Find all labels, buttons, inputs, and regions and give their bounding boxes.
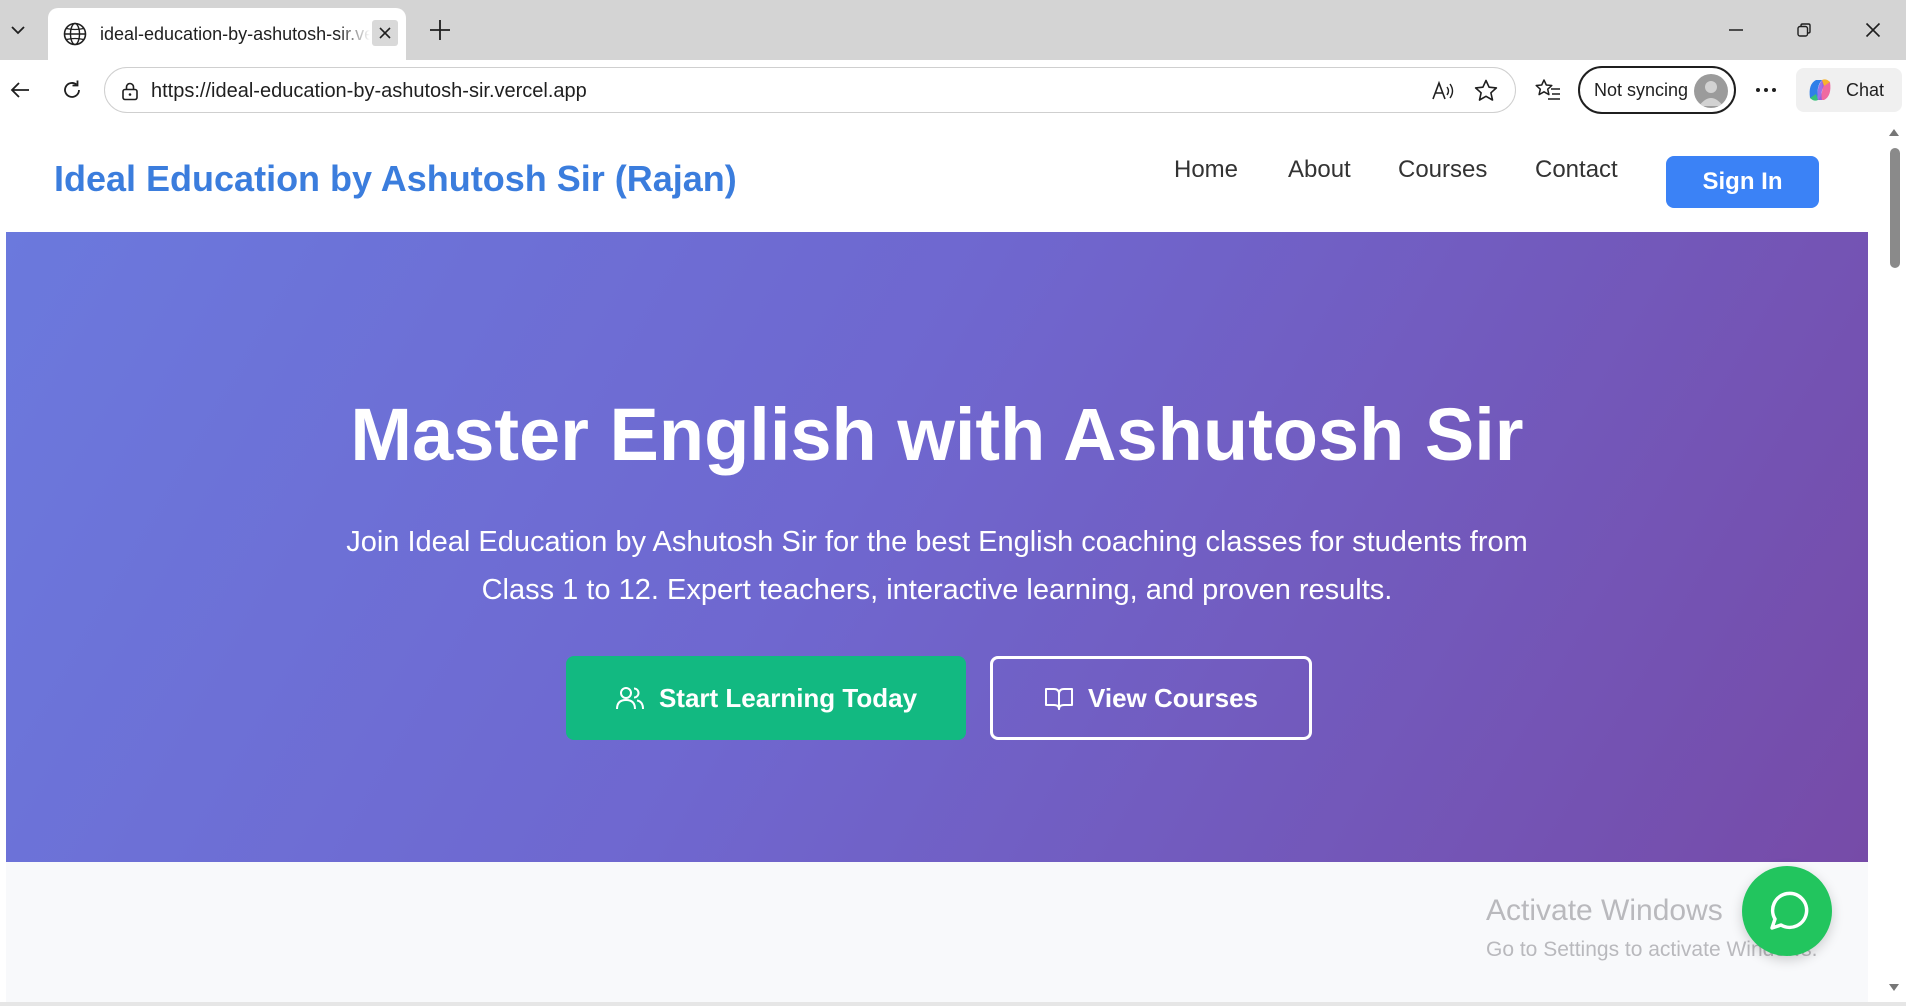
scroll-down-button[interactable] <box>1888 982 1900 994</box>
nav-contact[interactable]: Contact <box>1535 156 1618 184</box>
url-text[interactable]: https://ideal-education-by-ashutosh-sir.… <box>151 80 587 103</box>
minimize-icon <box>1729 29 1743 31</box>
tab-close-button[interactable] <box>372 20 398 46</box>
triangle-down-icon <box>1889 984 1899 991</box>
chat-label: Chat <box>1846 79 1885 100</box>
start-learning-label: Start Learning Today <box>658 682 918 713</box>
favorite-button[interactable] <box>1471 76 1501 106</box>
hero-subtitle: Join Ideal Education by Ashutosh Sir for… <box>346 526 1528 606</box>
restore-icon <box>1797 23 1811 37</box>
whatsapp-icon <box>1770 891 1809 930</box>
more-icon <box>1756 88 1776 92</box>
site-header: Ideal Education by Ashutosh Sir (Rajan) … <box>0 120 1882 232</box>
minimize-button[interactable] <box>1706 10 1766 50</box>
back-button[interactable] <box>0 70 40 110</box>
avatar <box>1694 74 1728 108</box>
hero-title: Master English with Ashutosh Sir <box>350 393 1524 476</box>
read-aloud-button[interactable] <box>1429 76 1459 106</box>
refresh-button[interactable] <box>52 70 92 110</box>
user-icon <box>1699 81 1723 106</box>
favorites-list-icon <box>1535 79 1560 100</box>
arrow-left-icon <box>10 82 29 98</box>
hero-section: Master English with Ashutosh Sir Join Id… <box>6 232 1868 862</box>
whatsapp-chat-button[interactable] <box>1742 866 1832 956</box>
refresh-icon <box>64 80 80 98</box>
page-viewport: Ideal Education by Ashutosh Sir (Rajan) … <box>0 120 1882 1002</box>
plus-icon <box>430 20 450 40</box>
new-tab-button[interactable] <box>422 12 458 48</box>
profile-button[interactable]: Not syncing <box>1578 66 1736 114</box>
triangle-up-icon <box>1889 129 1899 136</box>
sync-status: Not syncing <box>1594 79 1689 100</box>
start-learning-button[interactable]: Start Learning Today <box>566 656 966 740</box>
star-icon <box>1474 79 1498 101</box>
nav-about[interactable]: About <box>1288 156 1351 184</box>
browser-toolbar: https://ideal-education-by-ashutosh-sir.… <box>0 60 1906 120</box>
scroll-up-button[interactable] <box>1888 126 1900 138</box>
book-open-icon <box>1044 688 1073 710</box>
window-bottom-edge <box>0 1002 1906 1006</box>
settings-more-button[interactable] <box>1746 70 1786 110</box>
view-courses-label: View Courses <box>1087 682 1259 713</box>
tab-title: ideal-education-by-ashutosh-sir.vercel.a… <box>100 23 370 44</box>
nav-courses[interactable]: Courses <box>1398 156 1487 184</box>
site-brand[interactable]: Ideal Education by Ashutosh Sir (Rajan) <box>54 158 737 200</box>
close-icon <box>1865 22 1881 38</box>
globe-icon <box>63 22 87 46</box>
view-courses-button[interactable]: View Courses <box>990 656 1312 740</box>
lock-icon <box>122 82 138 101</box>
copilot-icon <box>1809 79 1831 101</box>
close-window-button[interactable] <box>1843 10 1903 50</box>
restore-button[interactable] <box>1774 10 1834 50</box>
close-icon <box>379 27 391 39</box>
browser-tab[interactable]: ideal-education-by-ashutosh-sir.vercel.a… <box>48 8 406 60</box>
tab-strip: ideal-education-by-ashutosh-sir.vercel.a… <box>0 0 1906 60</box>
chevron-down-icon <box>11 26 25 35</box>
tab-list-button[interactable] <box>0 10 36 50</box>
read-aloud-icon <box>1432 80 1454 100</box>
site-info-button[interactable] <box>117 78 143 104</box>
page-scrollbar[interactable] <box>1882 120 1906 1002</box>
address-bar[interactable]: https://ideal-education-by-ashutosh-sir.… <box>104 67 1516 113</box>
nav-home[interactable]: Home <box>1174 156 1238 184</box>
scroll-thumb[interactable] <box>1890 148 1900 268</box>
favorites-button[interactable] <box>1528 70 1568 110</box>
users-icon <box>615 687 644 710</box>
copilot-chat-button[interactable]: Chat <box>1796 68 1902 112</box>
sign-in-button[interactable]: Sign In <box>1666 156 1819 208</box>
